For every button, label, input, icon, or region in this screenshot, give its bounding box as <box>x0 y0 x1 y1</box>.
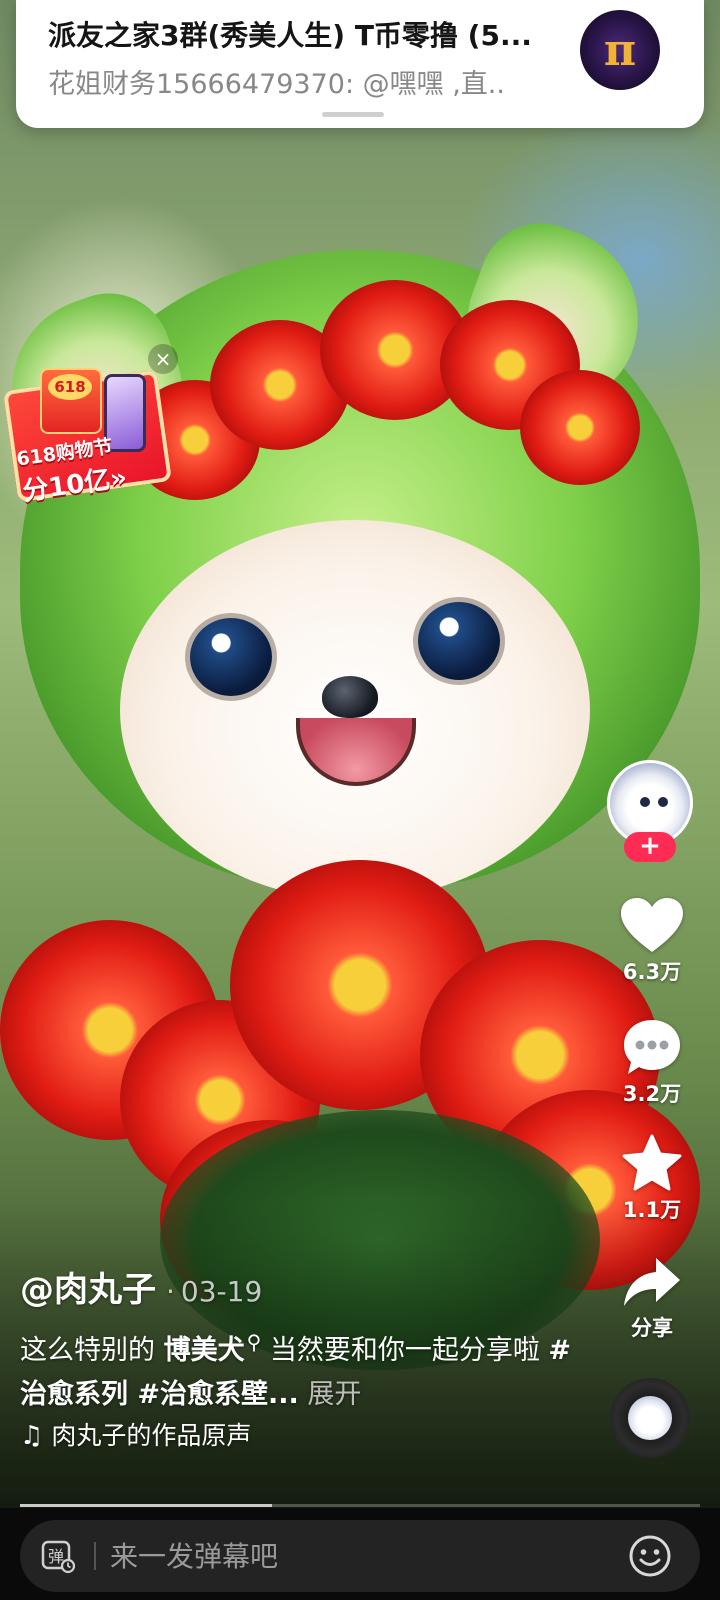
danmu-icon[interactable]: 弹 <box>40 1538 76 1574</box>
comment-bubble-icon <box>624 1020 680 1074</box>
music-disc[interactable] <box>610 1378 690 1458</box>
notification-title: 派友之家3群(秀美人生) T币零撸 (5... <box>48 19 532 52</box>
meta-separator: · <box>166 1275 175 1308</box>
post-date: 03-19 <box>180 1275 263 1308</box>
comment-count: 3.2万 <box>622 1082 682 1106</box>
promo-badge: 618 <box>48 374 92 400</box>
caption-text: 这么特别的 <box>20 1335 164 1366</box>
share-arrow-icon <box>624 1258 680 1306</box>
comment-button[interactable]: 3.2万 <box>604 1018 700 1108</box>
music-title: 肉丸子的作品原声 <box>51 1421 252 1450</box>
danmu-separator <box>94 1542 96 1570</box>
promo-618-sticker[interactable]: 618 618购物节 分10亿» <box>2 360 175 507</box>
emoji-icon[interactable] <box>628 1534 672 1578</box>
like-count: 6.3万 <box>622 960 682 984</box>
caption-keyword[interactable]: 博美犬 <box>164 1335 245 1366</box>
puppy-nose <box>322 676 378 718</box>
search-icon: ⚲ <box>246 1330 262 1354</box>
expand-caption-button[interactable]: 展开 <box>299 1379 361 1410</box>
video-progress-bar[interactable] <box>20 1504 700 1507</box>
message-notification[interactable]: 派友之家3群(秀美人生) T币零撸 (5... 花姐财务15666479370:… <box>16 0 704 128</box>
star-icon <box>622 1134 682 1191</box>
music-cover <box>628 1396 672 1440</box>
pi-glyph: π <box>603 24 637 76</box>
favorite-count: 1.1万 <box>622 1198 682 1222</box>
puppy-eye-left <box>190 618 272 696</box>
video-progress-fill <box>20 1504 272 1507</box>
share-button[interactable]: 分享 <box>604 1256 700 1342</box>
caption-text-2: 当然要和你一起分享啦 <box>261 1335 549 1366</box>
pi-logo-icon: π <box>580 10 660 90</box>
video-caption[interactable]: 这么特别的 博美犬 ⚲ 当然要和你一起分享啦 #治愈系列 #治愈系壁... 展开 <box>20 1320 580 1417</box>
follow-button[interactable]: + <box>624 832 676 862</box>
bottom-bar: 弹 <box>0 1508 720 1600</box>
share-label: 分享 <box>631 1316 673 1340</box>
author-handle[interactable]: @肉丸子 <box>20 1270 156 1310</box>
danmu-input[interactable] <box>110 1538 570 1574</box>
music-info[interactable]: ♫ 肉丸子的作品原声 <box>20 1416 251 1452</box>
favorite-button[interactable]: 1.1万 <box>604 1134 700 1224</box>
danmu-input-box[interactable]: 弹 <box>20 1520 700 1592</box>
puppy-eye-right <box>418 602 500 680</box>
like-button[interactable]: 6.3万 <box>604 898 700 986</box>
heart-icon <box>621 898 683 952</box>
music-note-icon: ♫ <box>20 1421 44 1451</box>
notification-message: 花姐财务15666479370: @嘿嘿 ,直.. <box>48 69 505 100</box>
author-line: @肉丸子 · 03-19 <box>20 1262 262 1311</box>
notification-drag-handle[interactable] <box>322 112 384 117</box>
